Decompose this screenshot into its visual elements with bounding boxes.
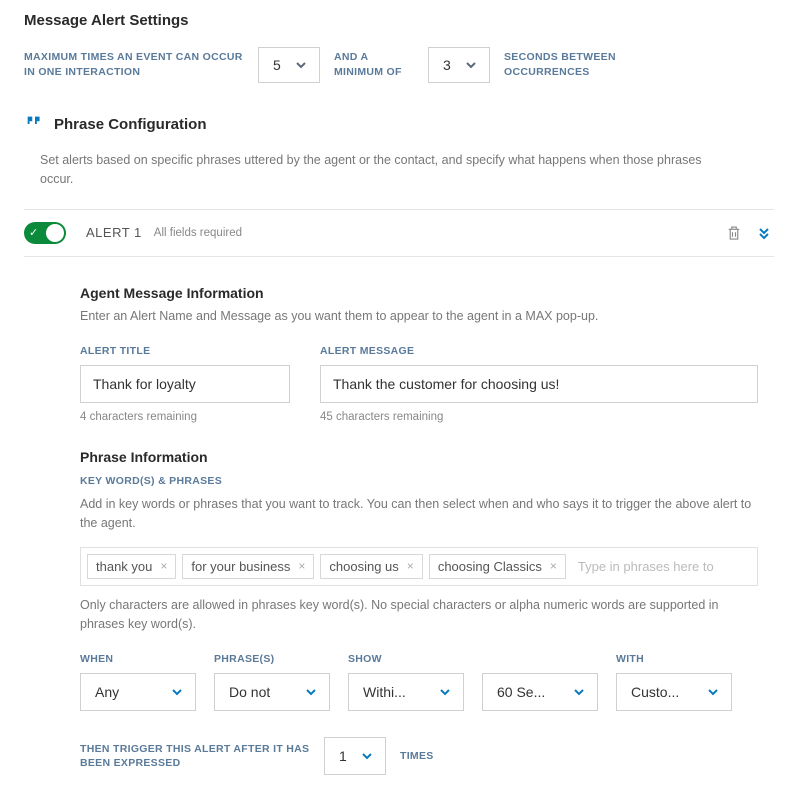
keywords-desc: Add in key words or phrases that you wan…: [80, 495, 758, 533]
phrase-info-title: Phrase Information: [80, 449, 758, 465]
trigger-count-select[interactable]: 1: [324, 737, 386, 775]
phrases-select[interactable]: Do not: [214, 673, 330, 711]
and-min-label: AND A MINIMUM OF: [334, 50, 414, 79]
tag-remove-icon[interactable]: ×: [407, 559, 414, 573]
with-label: WITH: [616, 653, 732, 665]
toggle-knob: [46, 224, 64, 242]
show-select[interactable]: Withi...: [348, 673, 464, 711]
chevron-down-icon: [303, 684, 319, 700]
top-settings-row: MAXIMUM TIMES AN EVENT CAN OCCUR IN ONE …: [24, 47, 774, 83]
check-icon: ✓: [29, 226, 38, 239]
keywords-label: KEY WORD(S) & PHRASES: [80, 475, 758, 487]
quote-icon: [24, 113, 46, 135]
agent-info-title: Agent Message Information: [80, 285, 758, 301]
alert-title-hint: 4 characters remaining: [80, 411, 290, 423]
alert-msg-input[interactable]: [320, 365, 758, 403]
duration-value: 60 Se...: [497, 684, 545, 700]
with-value: Custo...: [631, 684, 679, 700]
tag-label: choosing Classics: [438, 559, 542, 574]
tag-label: thank you: [96, 559, 152, 574]
alert-header: ✓ ALERT 1 All fields required: [24, 209, 774, 257]
duration-select[interactable]: 60 Se...: [482, 673, 598, 711]
chevron-down-icon: [463, 57, 479, 73]
trash-icon[interactable]: [724, 223, 744, 243]
chevron-down-icon: [359, 748, 375, 764]
tag-label: choosing us: [329, 559, 398, 574]
keywords-note: Only characters are allowed in phrases k…: [80, 596, 758, 634]
phrase-config-title: Phrase Configuration: [54, 116, 207, 133]
phrase-config-header: Phrase Configuration: [24, 113, 774, 135]
and-min-select[interactable]: 3: [428, 47, 490, 83]
tag: thank you ×: [87, 554, 176, 579]
seconds-label: SECONDS BETWEEN OCCURRENCES: [504, 50, 624, 79]
trigger-after-label: TIMES: [400, 750, 434, 762]
alert-msg-label: ALERT MESSAGE: [320, 345, 758, 357]
show-label: SHOW: [348, 653, 464, 665]
tag-remove-icon[interactable]: ×: [550, 559, 557, 573]
tags-box[interactable]: thank you × for your business × choosing u…: [80, 547, 758, 586]
alert-title-input[interactable]: [80, 365, 290, 403]
alert-body: Agent Message Information Enter an Alert…: [24, 257, 774, 776]
max-times-label: MAXIMUM TIMES AN EVENT CAN OCCUR IN ONE …: [24, 50, 244, 79]
chevron-down-icon: [571, 684, 587, 700]
tag-input[interactable]: [572, 555, 751, 578]
phrases-label: PHRASE(S): [214, 653, 330, 665]
alert-title-label: ALERT TITLE: [80, 345, 290, 357]
chevron-down-icon: [169, 684, 185, 700]
max-times-select[interactable]: 5: [258, 47, 320, 83]
when-value: Any: [95, 684, 119, 700]
tag-remove-icon[interactable]: ×: [160, 559, 167, 573]
phrase-config-desc: Set alerts based on specific phrases utt…: [24, 151, 704, 189]
when-label: WHEN: [80, 653, 196, 665]
alert-msg-hint: 45 characters remaining: [320, 411, 758, 423]
tag-label: for your business: [191, 559, 290, 574]
chevron-down-icon: [437, 684, 453, 700]
blank-label: [482, 653, 598, 665]
chevron-down-icon: [705, 684, 721, 700]
tag: choosing Classics ×: [429, 554, 566, 579]
and-min-value: 3: [443, 57, 451, 73]
when-select[interactable]: Any: [80, 673, 196, 711]
alert-required-text: All fields required: [154, 227, 242, 239]
trigger-label: THEN TRIGGER THIS ALERT AFTER IT HAS BEE…: [80, 742, 310, 771]
with-select[interactable]: Custo...: [616, 673, 732, 711]
trigger-value: 1: [339, 748, 347, 764]
tag: choosing us ×: [320, 554, 422, 579]
page-title: Message Alert Settings: [24, 12, 774, 29]
agent-info-desc: Enter an Alert Name and Message as you w…: [80, 307, 758, 326]
tag: for your business ×: [182, 554, 314, 579]
alert-name: ALERT 1: [86, 225, 142, 240]
alert-toggle[interactable]: ✓: [24, 222, 66, 244]
chevron-down-icon: [293, 57, 309, 73]
show-value: Withi...: [363, 684, 406, 700]
collapse-icon[interactable]: [754, 223, 774, 243]
max-times-value: 5: [273, 57, 281, 73]
tag-remove-icon[interactable]: ×: [298, 559, 305, 573]
phrases-value: Do not: [229, 684, 270, 700]
